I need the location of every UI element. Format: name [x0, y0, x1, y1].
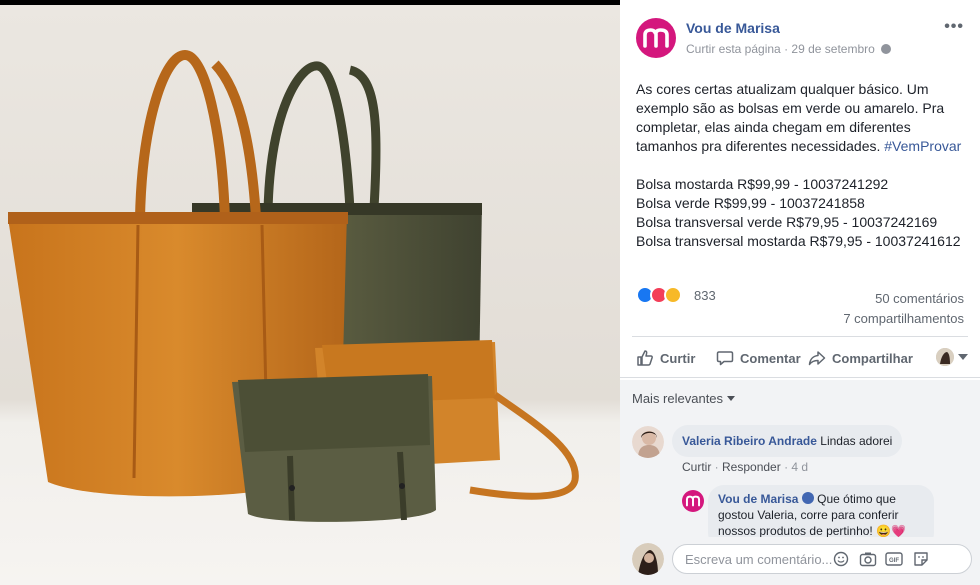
- reply-avatar[interactable]: [682, 490, 704, 512]
- product-line: Bolsa transversal mostarda R$79,95 - 100…: [636, 233, 961, 249]
- comment-icon: [716, 351, 734, 366]
- globe-icon: [881, 44, 892, 54]
- post-header: Vou de Marisa Curtir esta página · 29 de…: [636, 16, 968, 60]
- wow-reaction-icon: [664, 286, 682, 304]
- chevron-down-icon: [958, 354, 968, 360]
- share-label: Compartilhar: [832, 350, 913, 366]
- gif-icon[interactable]: GIF: [885, 551, 903, 567]
- share-button[interactable]: Compartilhar: [808, 346, 913, 370]
- chevron-down-icon: [727, 396, 736, 401]
- reaction-persona-selector[interactable]: [936, 348, 968, 366]
- like-button[interactable]: Curtir: [636, 346, 695, 370]
- sticker-icon[interactable]: [913, 551, 929, 567]
- reaction-count[interactable]: 833: [694, 288, 716, 303]
- divider: [620, 377, 980, 378]
- reply-text: Que ótimo que: [817, 492, 896, 506]
- product-line: Bolsa mostarda R$99,99 - 10037241292: [636, 176, 889, 192]
- action-bar: Curtir Comentar Compartilhar: [636, 346, 968, 370]
- svg-text:GIF: GIF: [889, 558, 899, 564]
- reply-line: Vou de Marisa Que ótimo que: [718, 491, 924, 507]
- commenter-avatar[interactable]: [632, 426, 664, 458]
- comment-actions: Curtir · Responder · 4 d: [682, 460, 809, 474]
- comment-reply-link[interactable]: Responder: [722, 460, 781, 474]
- marisa-logo-icon: [685, 495, 701, 507]
- post-stats: 50 comentários 7 compartilhamentos: [843, 289, 964, 329]
- post-photo[interactable]: [0, 0, 620, 585]
- page-avatar[interactable]: [636, 18, 676, 58]
- comment-label: Comentar: [740, 350, 801, 366]
- share-icon: [808, 351, 826, 366]
- thumb-up-icon: [637, 350, 653, 366]
- divider: [632, 336, 968, 337]
- post-paragraph: As cores certas atualizam qualquer básic…: [636, 80, 966, 156]
- marisa-logo-icon: [643, 28, 669, 48]
- post-panel: Vou de Marisa Curtir esta página · 29 de…: [620, 0, 980, 585]
- post-text: As cores certas atualizam qualquer básic…: [636, 80, 966, 251]
- comment-author[interactable]: Valeria Ribeiro Andrade: [682, 433, 817, 449]
- composer-avatar: [632, 543, 664, 575]
- page-name[interactable]: Vou de Marisa: [686, 20, 780, 36]
- comment-age[interactable]: 4 d: [791, 460, 808, 474]
- reply-author[interactable]: Vou de Marisa: [718, 492, 798, 506]
- comment-button[interactable]: Comentar: [716, 346, 801, 370]
- comment-sort-dropdown[interactable]: Mais relevantes: [632, 391, 736, 406]
- camera-icon[interactable]: [859, 551, 877, 567]
- comment-placeholder: Escreva um comentário...: [685, 552, 833, 567]
- meta-separator: ·: [784, 42, 789, 56]
- shares-count[interactable]: 7 compartilhamentos: [843, 309, 964, 329]
- like-page-link[interactable]: Curtir esta página: [686, 42, 781, 56]
- reply-line: gostou Valeria, corre para conferir: [718, 508, 899, 522]
- product-line: Bolsa verde R$99,99 - 10037241858: [636, 195, 865, 211]
- comment-like-link[interactable]: Curtir: [682, 460, 711, 474]
- product-line: Bolsa transversal verde R$79,95 - 100372…: [636, 214, 938, 230]
- comment-bubble: Valeria Ribeiro Andrade Lindas adorei: [672, 425, 903, 457]
- emoji-icon[interactable]: [833, 551, 849, 567]
- photo-top-border: [0, 0, 620, 5]
- comments-section: Mais relevantes Valeria Ribeiro Andrade …: [620, 380, 980, 585]
- verified-badge-icon: [801, 492, 814, 504]
- like-label: Curtir: [660, 350, 696, 366]
- comment-composer: Escreva um comentário... GIF: [620, 537, 980, 585]
- post-meta: Curtir esta página · 29 de setembro: [686, 42, 892, 56]
- comment-text: Lindas adorei: [820, 434, 893, 448]
- comment-input[interactable]: Escreva um comentário... GIF: [672, 544, 972, 574]
- hashtag-link[interactable]: #VemProvar: [884, 138, 961, 154]
- user-avatar: [936, 348, 954, 366]
- product-list: Bolsa mostarda R$99,99 - 10037241292 Bol…: [636, 175, 966, 251]
- comments-count[interactable]: 50 comentários: [843, 289, 964, 309]
- more-icon[interactable]: •••: [944, 18, 964, 36]
- handbags-image: [0, 5, 620, 585]
- sort-label: Mais relevantes: [632, 391, 724, 406]
- post-date[interactable]: 29 de setembro: [791, 42, 874, 56]
